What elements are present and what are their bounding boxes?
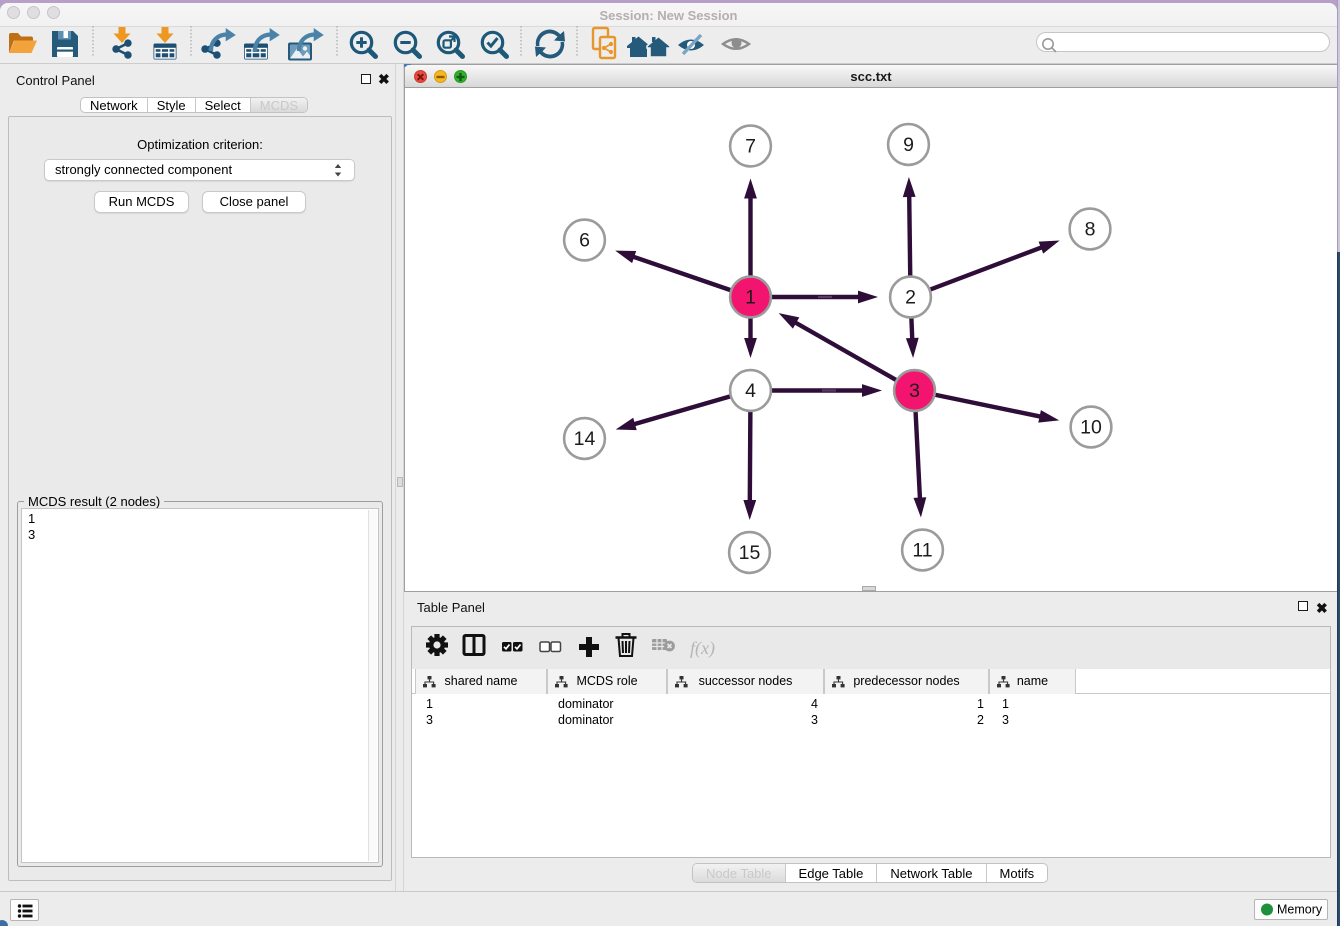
- svg-text:7: 7: [745, 136, 756, 158]
- svg-text:4: 4: [745, 380, 756, 402]
- svg-text:10: 10: [1080, 417, 1102, 439]
- svg-text:8: 8: [1085, 219, 1096, 241]
- svg-text:9: 9: [903, 134, 914, 156]
- svg-text:14: 14: [574, 428, 596, 450]
- svg-text:15: 15: [739, 542, 761, 564]
- svg-text:f(x): f(x): [690, 638, 715, 659]
- svg-text:Memory: Memory: [1277, 903, 1323, 917]
- svg-text:3: 3: [909, 380, 920, 402]
- svg-text:6: 6: [579, 230, 590, 252]
- svg-text:11: 11: [912, 540, 932, 562]
- svg-text:1: 1: [745, 287, 756, 309]
- svg-text:2: 2: [905, 287, 916, 309]
